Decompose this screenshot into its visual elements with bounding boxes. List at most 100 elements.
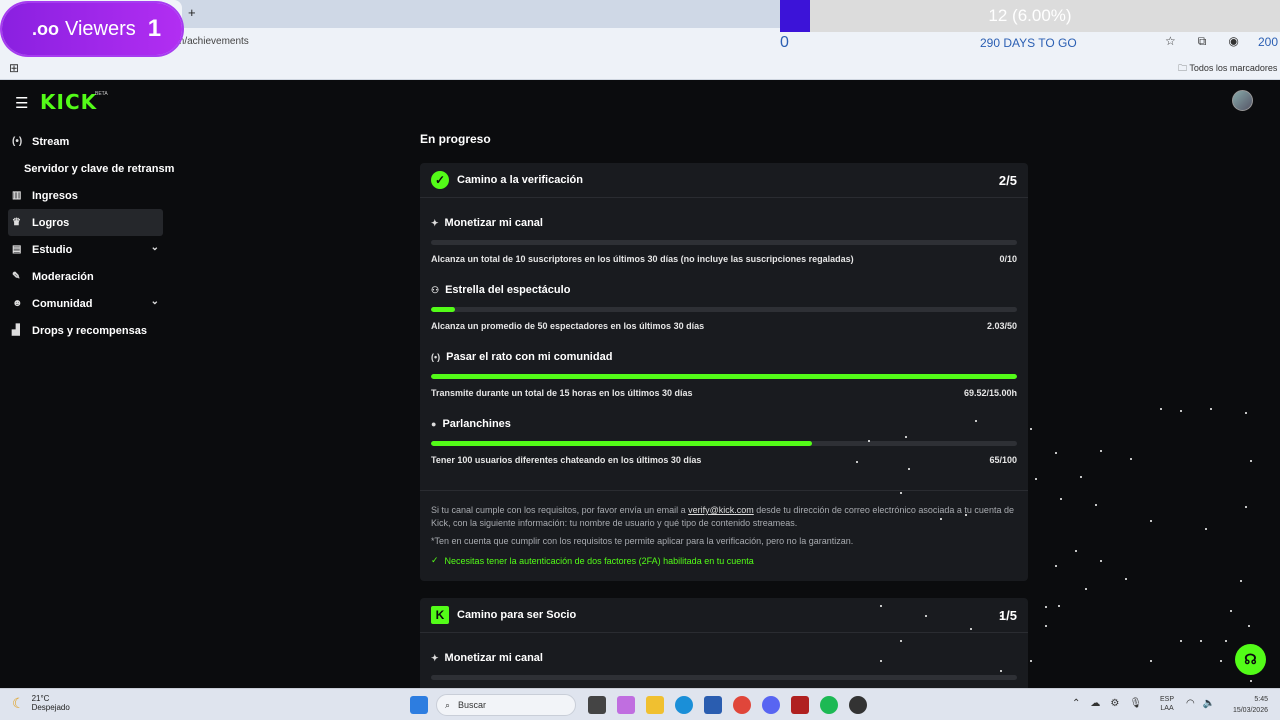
star-dot [900, 492, 902, 494]
task-view-icon[interactable] [588, 696, 606, 714]
achievement-description: Alcanza un promedio de 50 espectadores e… [431, 321, 705, 331]
star-dot [1125, 578, 1127, 580]
star-dot [1030, 660, 1032, 662]
star-dot [1080, 476, 1082, 478]
extension-count: 200 [1258, 35, 1279, 49]
sidebar-item-stream[interactable]: (•) Stream [8, 128, 163, 155]
star-dot [1180, 410, 1182, 412]
achievement-title-text: Monetizar mi canal [444, 217, 543, 229]
star-dot [1035, 478, 1037, 480]
sidebar-item-logros[interactable]: ♛ Logros [8, 209, 163, 236]
kick-logo[interactable]: KICK [40, 90, 97, 114]
star-dot [1030, 428, 1032, 430]
sidebar-item-comunidad[interactable]: ☻ Comunidad ⌄ [8, 290, 163, 317]
viewers-label: Viewers [65, 17, 136, 40]
taskbar-pinned-apps [588, 696, 867, 714]
achievement-item: ⚇ Estrella del espectáculo Alcanza un pro… [420, 265, 1028, 332]
wifi-icon[interactable]: ◠ [1186, 698, 1195, 709]
profile-icon[interactable]: ◉ [1228, 34, 1238, 49]
star-dot [1100, 450, 1102, 452]
star-dot [975, 420, 977, 422]
card-header[interactable]: K Camino para ser Socio 1/5 [420, 598, 1028, 633]
cloud-icon[interactable]: ☁ [1090, 698, 1100, 709]
verification-instructions: Si tu canal cumple con los requisitos, p… [431, 504, 1017, 530]
verify-email-link[interactable]: verify@kick.com [688, 505, 754, 515]
language-indicator[interactable]: ESP LAA [1160, 695, 1174, 713]
star-dot [1100, 560, 1102, 562]
achievement-title-text: Monetizar mi canal [444, 652, 543, 664]
star-dot [1230, 610, 1232, 612]
achievement-item: (•) Pasar el rato con mi comunidad Transm… [420, 332, 1028, 399]
achievement-value: 69.52/15.00h [963, 388, 1017, 398]
viewers-overlay: .oo Viewers 1 [2, 3, 182, 55]
obs-icon[interactable] [849, 696, 867, 714]
microphone-icon[interactable]: 🎙 [1129, 698, 1142, 709]
star-dot [1210, 408, 1212, 410]
sidebar-item-estudio[interactable]: ▤ Estudio ⌄ [8, 236, 163, 263]
bookmark-star-icon[interactable]: ☆ [1165, 34, 1176, 49]
sidebar-item-ingresos[interactable]: ▥ Ingresos [8, 182, 163, 209]
settings-icon[interactable]: ⚙ [1110, 698, 1119, 709]
browser-toolbar-icons: ☆ ⧉ ◉ [1165, 34, 1239, 49]
volume-icon[interactable]: 🔈 [1203, 698, 1215, 709]
sidebar-item-moderacion[interactable]: ✎ Moderación [8, 263, 163, 290]
windows-start-icon[interactable] [410, 696, 428, 714]
spotify-icon[interactable] [820, 696, 838, 714]
taskbar-apps [410, 696, 428, 714]
achievement-value: 0/10 [999, 254, 1017, 264]
chrome-icon[interactable] [733, 696, 751, 714]
check-icon: ✓ [431, 555, 439, 565]
file-explorer-icon[interactable] [646, 696, 664, 714]
sidebar-item-stream-key[interactable]: Servidor y clave de retransm [8, 155, 178, 182]
discord-icon[interactable] [762, 696, 780, 714]
tray-status-icons: ◠ 🔈 [1186, 698, 1215, 709]
progress-track [431, 307, 1017, 312]
user-avatar[interactable] [1232, 90, 1253, 111]
star-dot [1055, 565, 1057, 567]
star-dot [1058, 605, 1060, 607]
all-bookmarks-link[interactable]: 🗀 Todos los marcadores [1178, 61, 1277, 77]
clock[interactable]: 5:45 15/03/2026 [1224, 694, 1268, 716]
support-chat-button[interactable]: ☊ [1235, 644, 1266, 675]
trophy-icon: ♛ [12, 217, 21, 228]
new-tab-icon[interactable]: + [188, 5, 196, 20]
keyboard-layout: LAA [1160, 705, 1174, 712]
all-bookmarks-label: Todos los marcadores [1189, 63, 1278, 73]
star-dot [1000, 615, 1002, 617]
clock-date: 15/03/2026 [1232, 707, 1268, 714]
copilot-icon[interactable] [617, 696, 635, 714]
chevron-down-icon[interactable]: ⌄ [151, 242, 159, 253]
goal-start-value: 0 [780, 34, 789, 51]
progress-track [431, 374, 1017, 379]
achievement-title: ✦ Monetizar mi canal [431, 217, 543, 229]
menu-hamburger-icon[interactable]: ☰ [15, 94, 28, 112]
store-icon[interactable] [704, 696, 722, 714]
moon-icon: ☾ [12, 694, 25, 711]
system-tray: ⌃ ☁ ⚙ 🎙 [1072, 698, 1142, 709]
star-dot [1245, 412, 1247, 414]
sidebar-item-label: Estudio [32, 243, 73, 256]
star-dot [1085, 588, 1087, 590]
progress-fill [431, 374, 1017, 379]
star-dot [1060, 498, 1062, 500]
chevron-down-icon[interactable]: ⌄ [151, 296, 159, 307]
star-dot [908, 468, 910, 470]
url-text[interactable]: m/achievements [176, 36, 249, 47]
beta-badge: BETA [95, 91, 108, 97]
taskbar-search[interactable]: ⌕ Buscar [436, 694, 576, 716]
achievement-item: ✦ Monetizar mi canal [420, 633, 1028, 688]
star-dot [1075, 550, 1077, 552]
star-dot [1220, 660, 1222, 662]
weather-widget[interactable]: ☾ 21°C Despejado [12, 694, 70, 712]
star-dot [1130, 458, 1132, 460]
progress-track [431, 441, 1017, 446]
sidebar-item-drops[interactable]: ▟ Drops y recompensas [8, 317, 163, 344]
chevron-up-icon[interactable]: ⌃ [1072, 698, 1080, 709]
edge-icon[interactable] [675, 696, 693, 714]
card-header[interactable]: ✓ Camino a la verificación 2/5 [420, 163, 1028, 198]
extensions-icon[interactable]: ⧉ [1198, 34, 1207, 49]
game-app-icon[interactable] [791, 696, 809, 714]
card-footer: Si tu canal cumple con los requisitos, p… [420, 490, 1028, 566]
windows-taskbar: ☾ 21°C Despejado ⌕ Buscar ⌃ ☁ ⚙ 🎙 ESP LA… [0, 688, 1280, 720]
apps-grid-icon[interactable]: ⊞ [9, 61, 19, 75]
